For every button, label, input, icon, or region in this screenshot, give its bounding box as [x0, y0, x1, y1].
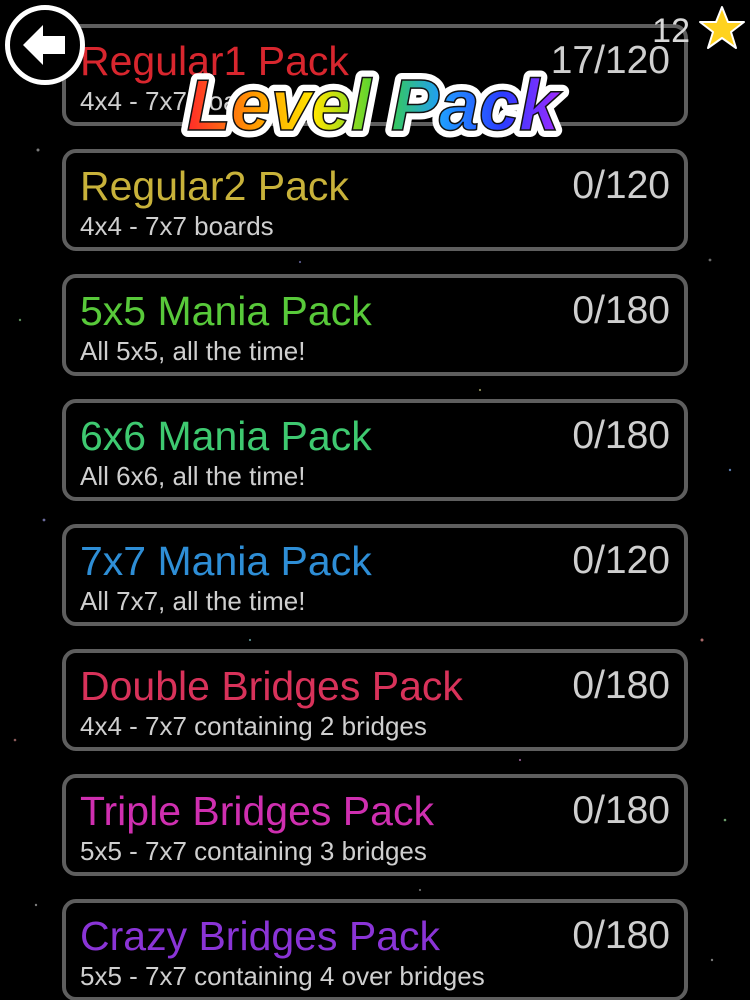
back-button[interactable]: [5, 5, 85, 85]
page-title: Level Pack Level Pack: [148, 59, 598, 153]
pack-description: 5x5 - 7x7 containing 4 over bridges: [80, 961, 485, 991]
page-title-text: Level Pack: [187, 66, 563, 146]
star-count: 12: [652, 12, 690, 50]
pack-progress: 0/120: [572, 539, 670, 582]
pack-name: Double Bridges Pack: [80, 663, 463, 709]
pack-progress: 0/120: [572, 164, 670, 207]
pack-name: 6x6 Mania Pack: [80, 413, 372, 459]
pack-description: 4x4 - 7x7 containing 2 bridges: [80, 711, 427, 741]
pack-description: 4x4 - 7x7 boards: [80, 211, 274, 241]
pack-progress: 0/180: [572, 414, 670, 457]
pack-name: Crazy Bridges Pack: [80, 913, 441, 959]
pack-description: 5x5 - 7x7 containing 3 bridges: [80, 836, 427, 866]
pack-name: Regular2 Pack: [80, 163, 349, 209]
pack-description: All 7x7, all the time!: [80, 586, 306, 616]
pack-item-5x5-mania[interactable]: 5x5 Mania Pack All 5x5, all the time! 0/…: [62, 274, 688, 376]
pack-progress: 0/180: [572, 289, 670, 332]
pack-description: All 6x6, all the time!: [80, 461, 306, 491]
level-pack-screen: Regular1 Pack 4x4 - 7x7 boards 17/120 Re…: [0, 0, 750, 1000]
pack-progress: 0/180: [572, 789, 670, 832]
pack-name: 5x5 Mania Pack: [80, 288, 372, 334]
pack-progress: 0/180: [572, 914, 670, 957]
pack-description: All 5x5, all the time!: [80, 336, 306, 366]
pack-name: Triple Bridges Pack: [80, 788, 434, 834]
pack-item-double-bridges[interactable]: Double Bridges Pack 4x4 - 7x7 containing…: [62, 649, 688, 751]
pack-name: 7x7 Mania Pack: [80, 538, 372, 584]
pack-item-6x6-mania[interactable]: 6x6 Mania Pack All 6x6, all the time! 0/…: [62, 399, 688, 501]
pack-item-7x7-mania[interactable]: 7x7 Mania Pack All 7x7, all the time! 0/…: [62, 524, 688, 626]
star-icon: [699, 6, 745, 49]
arrow-left-icon: [23, 25, 65, 65]
pack-item-triple-bridges[interactable]: Triple Bridges Pack 5x5 - 7x7 containing…: [62, 774, 688, 876]
pack-list: Regular1 Pack 4x4 - 7x7 boards 17/120 Re…: [62, 24, 688, 1000]
pack-item-regular2[interactable]: Regular2 Pack 4x4 - 7x7 boards 0/120: [62, 149, 688, 251]
pack-item-crazy-bridges[interactable]: Crazy Bridges Pack 5x5 - 7x7 containing …: [62, 899, 688, 1000]
pack-progress: 0/180: [572, 664, 670, 707]
